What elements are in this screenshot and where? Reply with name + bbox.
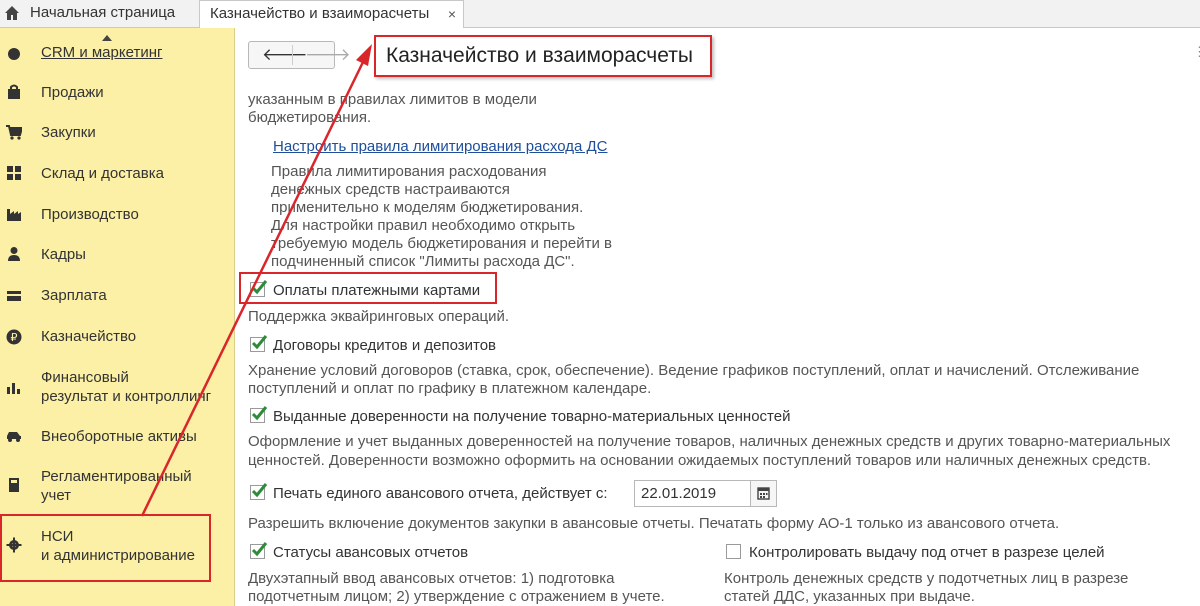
effective-date-input[interactable]: 22.01.2019 [634,480,751,507]
sidebar-item-label: Производство [41,206,139,223]
sidebar-item-label: Внеоборотные активы [41,428,197,445]
nsi-highlight-box [0,514,211,582]
nav-buttons: 🡐 🡒 [248,41,351,69]
advance-statuses-label: Статусы авансовых отчетов [273,544,469,561]
limit-rules-link[interactable]: Настроить правила лимитирования расхода … [273,137,608,156]
credit-contracts-label: Договоры кредитов и депозитов [273,337,497,354]
back-arrow-icon[interactable]: 🡐 [262,44,308,66]
forward-arrow-icon[interactable]: 🡒 [305,44,351,66]
crm-icon [8,48,20,60]
single-advance-report-checkbox[interactable] [250,483,268,500]
checkmark-icon [251,335,268,350]
sidebar-item-label: Зарплата [41,287,107,304]
limit-desc-line: требуемую модель бюджетирования и перейт… [271,235,613,252]
card-payments-desc: Поддержка эквайринговых операций. [248,308,510,325]
control-by-purpose-checkbox[interactable] [726,544,741,559]
checkmark-icon [251,542,268,557]
sidebar-item-warehouse[interactable]: Склад и доставка [0,162,234,186]
sidebar-item-label: Склад и доставка [41,165,164,182]
single-advance-report-label: Печать единого авансового отчета, действ… [273,485,608,502]
wallet-icon [7,291,21,301]
credit-contracts-desc-line1: Хранение условий договоров (ставка, срок… [248,362,1140,379]
sidebar-item-label: Продажи [41,84,104,101]
checkmark-icon [251,483,268,498]
sidebar-item-treasury[interactable]: ₽ Казначейство [0,325,234,349]
control-by-purpose-label: Контролировать выдачу под отчет в разрез… [749,544,1105,561]
calendar-icon [757,487,770,500]
calendar-button[interactable] [750,480,777,507]
card-payments-highlight-box [239,272,497,304]
car-icon [7,432,21,442]
single-advance-report-desc: Разрешить включение документов закупки в… [248,515,1060,532]
svg-text:₽: ₽ [11,331,18,344]
limit-desc-line: Для настройки правил необходимо открыть [271,217,576,234]
cart-icon [6,125,22,140]
sidebar-item-financial-result[interactable]: Финансовый результат и контроллинг [0,366,234,408]
ruble-icon: ₽ [6,329,22,345]
tab-bar: Начальная страница Казначейство и взаимо… [0,0,1200,28]
sidebar-item-label-line1: Финансовый [41,369,129,386]
control-by-purpose-desc-line2: статей ДДС, указанных при выдаче. [724,588,975,605]
nav-divider [292,45,293,65]
sidebar-item-payroll[interactable]: Зарплата [0,284,234,308]
advance-statuses-desc-line2: подотчетным лицом; 2) утверждение с отра… [248,588,665,605]
sidebar-item-crm[interactable]: CRM и маркетинг [0,42,234,66]
home-icon[interactable] [4,5,20,21]
credit-contracts-desc-line2: поступлений и оплат по графику в платежн… [248,380,652,397]
powers-of-attorney-label: Выданные доверенности на получение товар… [273,408,791,425]
credit-contracts-checkbox[interactable] [250,335,268,352]
tab-treasury-label: Казначейство и взаиморасчеты [210,5,430,22]
sidebar-item-label-line2: результат и контроллинг [41,388,212,405]
tab-home[interactable]: Начальная страница [26,0,179,27]
sidebar-item-label: Закупки [41,124,96,141]
limit-desc-line: подчиненный список "Лимиты расхода ДС". [271,253,575,270]
sidebar-item-label: Кадры [41,246,86,263]
sidebar-item-fixed-assets[interactable]: Внеоборотные активы [0,425,234,449]
sidebar-item-hr[interactable]: Кадры [0,243,234,267]
scroll-up-arrow-icon[interactable] [102,35,112,41]
sidebar-item-label: CRM и маркетинг [41,44,163,61]
tab-treasury[interactable]: Казначейство и взаиморасчеты × [199,0,464,28]
close-icon[interactable]: × [448,1,456,27]
sidebar-item-purchases[interactable]: Закупки [0,121,234,145]
calculator-icon [9,478,19,492]
person-icon [8,247,20,261]
intro-text-line2: бюджетирования. [248,109,372,126]
powers-of-attorney-desc-line2: ценностей. Доверенности возможно оформит… [248,452,1152,469]
sidebar-item-label: Казначейство [41,328,137,345]
powers-of-attorney-desc-line1: Оформление и учет выданных доверенностей… [248,433,1171,450]
advance-statuses-desc-line1: Двухэтапный ввод авансовых отчетов: 1) п… [248,570,615,587]
bag-icon [8,84,20,99]
sidebar-item-sales[interactable]: Продажи [0,80,234,104]
powers-of-attorney-checkbox[interactable] [250,406,268,423]
sidebar-item-production[interactable]: Производство [0,203,234,227]
more-icon[interactable]: ⋮ [1193,44,1200,60]
advance-statuses-checkbox[interactable] [250,542,268,559]
checkmark-icon [251,406,268,421]
bar-chart-icon [7,383,20,394]
page-title-callout: Казначейство и взаиморасчеты [374,35,712,77]
sidebar-item-label-line2: учет [41,487,72,504]
sidebar-item-regulated-accounting[interactable]: Регламентированный учет [0,465,234,507]
intro-text-line1: указанным в правилах лимитов в модели [248,91,537,108]
warehouse-icon [7,166,21,180]
factory-icon [7,209,21,221]
limit-desc-line: денежных средств настраиваются [271,181,510,198]
control-by-purpose-desc-line1: Контроль денежных средств у подотчетных … [724,570,1129,587]
limit-desc-line: применительно к моделям бюджетирования. [271,199,584,216]
sidebar-item-label-line1: Регламентированный [41,468,192,485]
limit-desc-line: Правила лимитирования расходования [271,163,547,180]
